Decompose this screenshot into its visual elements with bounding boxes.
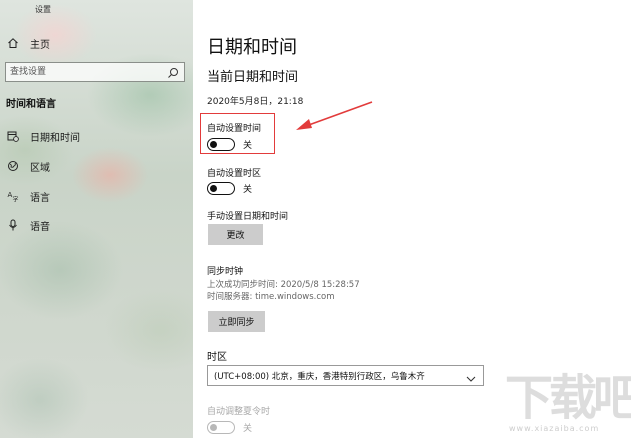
toggle-state-text: 关 bbox=[243, 185, 253, 195]
auto-time-label: 自动设置时间 bbox=[207, 124, 262, 134]
sidebar-item-region[interactable]: 区域 bbox=[0, 155, 193, 177]
auto-time-toggle[interactable]: 关 bbox=[207, 138, 252, 151]
toggle-state-text: 关 bbox=[243, 141, 253, 151]
timezone-dropdown[interactable]: (UTC+08:00) 北京，重庆，香港特别行政区，乌鲁木齐 bbox=[207, 365, 484, 386]
search-input[interactable] bbox=[6, 63, 166, 81]
microphone-icon bbox=[6, 218, 20, 232]
last-sync-text: 上次成功同步时间: 2020/5/8 15:28:57 bbox=[207, 280, 360, 290]
manual-datetime-label: 手动设置日期和时间 bbox=[207, 212, 289, 222]
time-server-text: 时间服务器: time.windows.com bbox=[207, 292, 335, 302]
dst-toggle[interactable]: 关 bbox=[207, 421, 252, 434]
language-icon: A字 bbox=[6, 189, 20, 203]
current-datetime: 2020年5月8日，21:18 bbox=[207, 97, 304, 107]
sidebar-item-language[interactable]: A字 语言 bbox=[0, 185, 193, 207]
timezone-value: (UTC+08:00) 北京，重庆，香港特别行政区，乌鲁木齐 bbox=[214, 371, 425, 382]
sidebar-item-label: 主页 bbox=[30, 39, 50, 51]
svg-text:字: 字 bbox=[13, 196, 19, 203]
globe-region-icon bbox=[6, 159, 20, 173]
dst-label: 自动调整夏令时 bbox=[207, 407, 271, 417]
section-title: 时间和语言 bbox=[6, 99, 56, 110]
chevron-down-icon bbox=[465, 370, 477, 382]
sidebar-item-label: 语音 bbox=[30, 221, 50, 233]
sidebar: 设置 主页 时间和语言 日期和时间 区域 bbox=[0, 0, 193, 438]
change-button[interactable]: 更改 bbox=[208, 224, 263, 245]
toggle-thumb bbox=[210, 184, 217, 192]
window-title: 设置 bbox=[35, 5, 51, 14]
sidebar-item-label: 日期和时间 bbox=[30, 132, 80, 144]
settings-window: 设置 主页 时间和语言 日期和时间 区域 bbox=[0, 0, 631, 438]
toggle-thumb bbox=[210, 140, 217, 148]
sync-now-button[interactable]: 立即同步 bbox=[208, 311, 265, 332]
sidebar-item-label: 区域 bbox=[30, 162, 50, 174]
page-subtitle: 当前日期和时间 bbox=[207, 70, 299, 85]
toggle-state-text: 关 bbox=[243, 424, 253, 434]
toggle-track[interactable] bbox=[207, 138, 235, 151]
sidebar-item-home[interactable]: 主页 bbox=[0, 32, 193, 54]
home-icon bbox=[6, 36, 20, 50]
main-content: 日期和时间 当前日期和时间 2020年5月8日，21:18 自动设置时间 关 自… bbox=[193, 0, 631, 438]
sidebar-item-date-time[interactable]: 日期和时间 bbox=[0, 125, 193, 147]
sidebar-item-label: 语言 bbox=[30, 192, 50, 204]
sync-clock-title: 同步时钟 bbox=[207, 267, 244, 277]
timezone-label: 时区 bbox=[207, 352, 227, 363]
calendar-clock-icon bbox=[6, 129, 20, 143]
toggle-track[interactable] bbox=[207, 421, 235, 434]
sidebar-item-speech[interactable]: 语音 bbox=[0, 214, 193, 236]
auto-timezone-toggle[interactable]: 关 bbox=[207, 182, 252, 195]
search-field[interactable] bbox=[5, 62, 185, 82]
page-title: 日期和时间 bbox=[207, 37, 297, 58]
toggle-thumb bbox=[210, 423, 217, 431]
toggle-track[interactable] bbox=[207, 182, 235, 195]
sync-info: 上次成功同步时间: 2020/5/8 15:28:57 时间服务器: time.… bbox=[207, 279, 360, 303]
auto-timezone-label: 自动设置时区 bbox=[207, 169, 262, 179]
search-icon[interactable] bbox=[166, 65, 180, 79]
